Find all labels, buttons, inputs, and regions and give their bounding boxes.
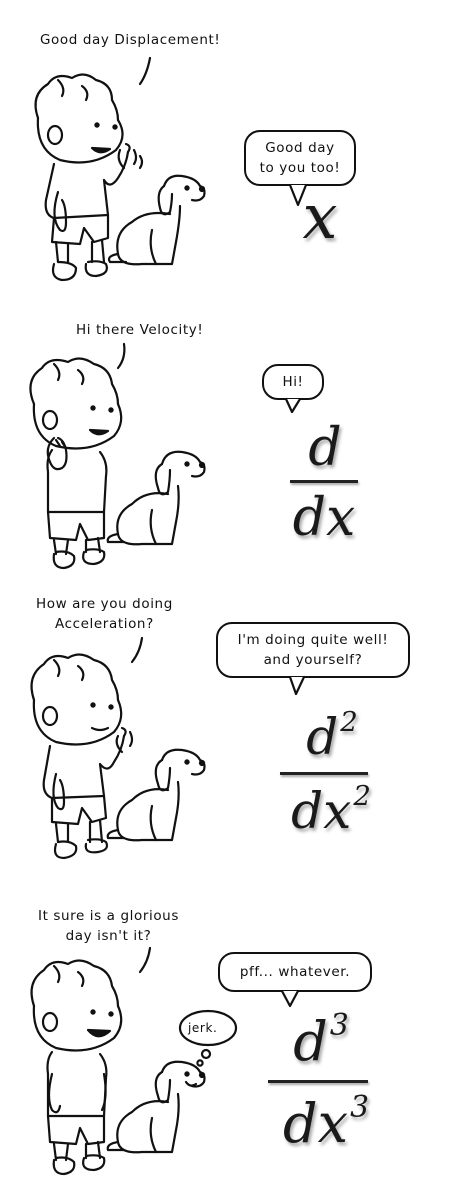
comic-panel-3: How are you doing Acceleration? I'm doin…: [0, 590, 454, 890]
numerator-d: d: [293, 1010, 328, 1073]
acceleration-numerator: d2: [292, 705, 372, 766]
fraction-bar: [268, 1080, 368, 1083]
velocity-denominator: dx: [292, 488, 356, 548]
acceleration-denominator: dx2: [276, 779, 386, 840]
jerk-numerator: d3: [276, 1007, 366, 1073]
denominator-dx: dx: [291, 782, 352, 840]
reply-bubble-tail: [288, 675, 306, 696]
reply-bubble-tail: [280, 989, 300, 1008]
numerator-power: 2: [340, 705, 358, 738]
numerator-d: d: [306, 708, 339, 766]
comic-panel-1: Good day Displacement! Good day to you t…: [0, 0, 454, 300]
fraction-bar: [280, 772, 368, 775]
jerk-denominator: dx3: [266, 1089, 386, 1155]
velocity-numerator: d: [308, 418, 342, 478]
denominator-power: 3: [350, 1089, 369, 1125]
reply-bubble-tail: [284, 397, 302, 414]
comic-panel-4: It sure is a glorious day isn't it? jerk…: [0, 902, 454, 1202]
numerator-power: 3: [329, 1007, 349, 1043]
reply-bubble-tail: [288, 183, 308, 207]
denominator-dx: dx: [283, 1092, 349, 1155]
displacement-symbol: x: [302, 180, 338, 253]
fraction-bar: [290, 480, 358, 483]
denominator-power: 2: [353, 779, 371, 812]
comic-panel-2: Hi there Velocity! Hi! d dx: [0, 300, 454, 600]
